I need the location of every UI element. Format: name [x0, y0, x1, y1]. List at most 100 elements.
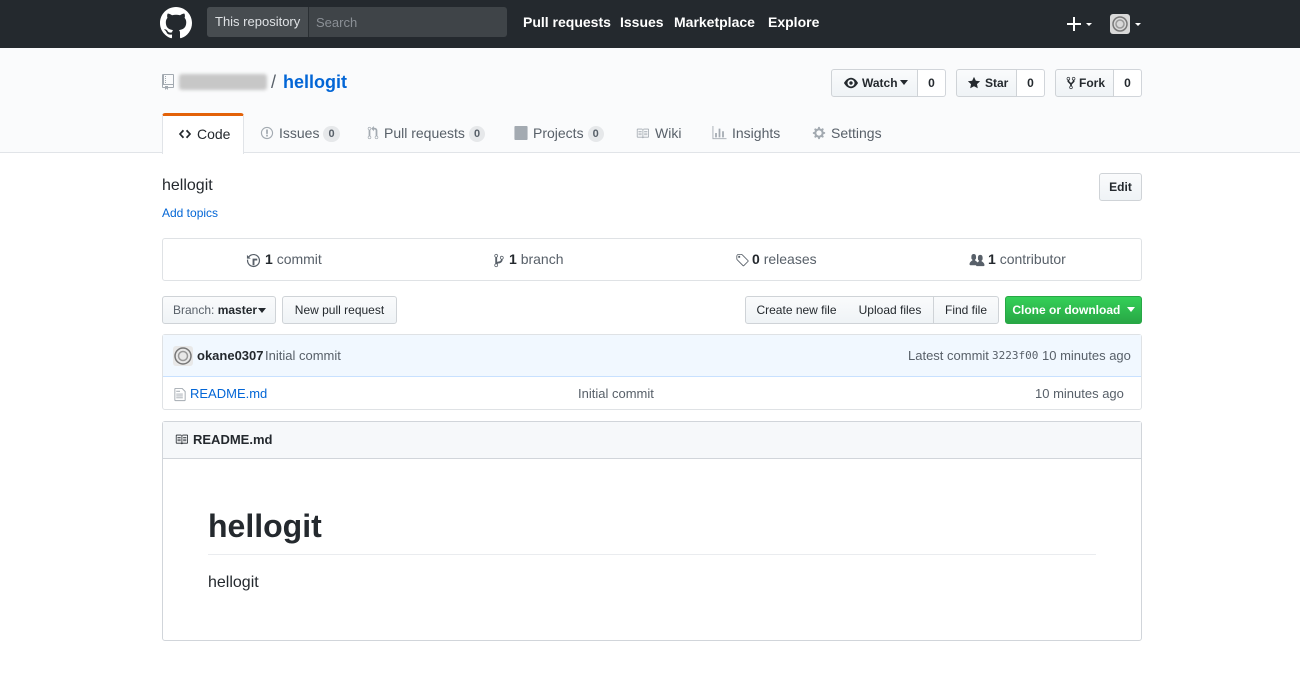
edit-description-button[interactable]: Edit — [1099, 173, 1142, 201]
github-logo-icon[interactable] — [160, 7, 192, 39]
watch-count[interactable]: 0 — [918, 69, 946, 97]
tab-insights[interactable]: Insights — [712, 113, 780, 153]
tab-pull-requests-counter: 0 — [468, 126, 486, 142]
project-icon — [514, 126, 528, 140]
plus-icon — [1067, 17, 1092, 31]
fork-label: Fork — [1079, 76, 1106, 90]
branch-name: master — [217, 303, 258, 317]
owner-name-redacted — [179, 74, 267, 90]
file-commit-message[interactable]: Initial commit — [578, 386, 654, 401]
numbers-summary: 1 commit 1 branch 0 releases 1 contribut… — [162, 238, 1142, 281]
tab-projects-label: Projects — [533, 125, 584, 141]
caret-down-icon — [900, 80, 908, 85]
releases-count: 0 — [752, 251, 760, 267]
nav-issues[interactable]: Issues — [620, 14, 664, 30]
contributors-label: contributor — [999, 251, 1066, 267]
nav-pull-requests[interactable]: Pull requests — [523, 14, 611, 30]
tab-pull-requests-label: Pull requests — [384, 125, 465, 141]
file-row: README.md Initial commit 10 minutes ago — [163, 377, 1141, 409]
commit-age: 10 minutes ago — [1042, 348, 1131, 363]
add-topics-link[interactable]: Add topics — [162, 206, 218, 220]
tab-code-label: Code — [197, 126, 231, 142]
find-file-button[interactable]: Find file — [933, 296, 999, 324]
eye-icon — [843, 76, 859, 90]
search-scope-label[interactable]: This repository — [207, 7, 309, 37]
code-icon — [178, 127, 192, 141]
releases-summary[interactable]: 0 releases — [735, 239, 817, 280]
file-list: okane0307 Initial commit Latest commit 3… — [162, 334, 1142, 410]
branches-summary[interactable]: 1 branch — [494, 239, 564, 280]
path-separator: / — [271, 72, 277, 92]
tab-settings[interactable]: Settings — [812, 113, 882, 153]
contributors-summary[interactable]: 1 contributor — [969, 239, 1066, 280]
tab-wiki[interactable]: Wiki — [635, 113, 681, 153]
commit-author[interactable]: okane0307 — [197, 348, 264, 363]
tab-wiki-label: Wiki — [655, 125, 682, 141]
search-box: This repository — [207, 7, 507, 37]
branch-select-button[interactable]: Branch: master — [162, 296, 276, 324]
fork-button[interactable]: Fork — [1055, 69, 1114, 97]
file-age: 10 minutes ago — [1035, 386, 1124, 401]
releases-label: releases — [763, 251, 817, 267]
nav-marketplace[interactable]: Marketplace — [674, 14, 755, 30]
commit-sha[interactable]: 3223f00 — [992, 349, 1038, 362]
search-input[interactable] — [310, 7, 507, 37]
branch-prefix: Branch: — [173, 303, 215, 317]
history-icon — [246, 253, 261, 268]
fork-icon — [1066, 76, 1076, 90]
tab-pull-requests[interactable]: Pull requests 0 — [367, 113, 486, 153]
latest-commit-prefix: Latest commit — [908, 348, 989, 363]
book-icon — [635, 127, 650, 140]
branch-icon — [494, 253, 504, 268]
contributors-count: 1 — [988, 251, 996, 267]
nav-explore[interactable]: Explore — [768, 14, 819, 30]
tab-issues-counter: 0 — [323, 126, 340, 142]
watch-label: Watch — [862, 76, 898, 90]
repo-icon — [162, 74, 174, 90]
readme-heading: hellogit — [208, 508, 322, 544]
branches-label: branch — [520, 251, 564, 267]
issue-icon — [260, 126, 274, 140]
book-icon — [174, 433, 189, 446]
create-new-file-button[interactable]: Create new file — [745, 296, 848, 324]
clone-or-download-button[interactable]: Clone or download — [1005, 296, 1142, 324]
caret-down-icon — [258, 308, 266, 313]
star-button[interactable]: Star — [956, 69, 1017, 97]
readme-paragraph: hellogit — [208, 574, 259, 591]
create-new-menu[interactable] — [1066, 14, 1096, 34]
tab-projects-counter: 0 — [587, 126, 604, 142]
tab-insights-label: Insights — [732, 125, 781, 141]
repo-name-link[interactable]: hellogit — [283, 72, 347, 93]
global-header: This repository Pull requests Issues Mar… — [0, 0, 1300, 48]
caret-down-icon — [1126, 307, 1135, 312]
clone-or-download-label: Clone or download — [1012, 303, 1121, 317]
star-label: Star — [985, 76, 1009, 90]
graph-icon — [712, 126, 727, 140]
branches-count: 1 — [509, 251, 517, 267]
commits-label: commit — [276, 251, 322, 267]
repo-description: hellogit — [162, 177, 213, 194]
people-icon — [969, 253, 985, 268]
tab-code[interactable]: Code — [162, 113, 244, 154]
star-count[interactable]: 0 — [1017, 69, 1045, 97]
pull-request-icon — [367, 126, 379, 140]
latest-commit-bar: okane0307 Initial commit Latest commit 3… — [163, 335, 1141, 377]
readme-filename: README.md — [193, 432, 273, 447]
avatar[interactable] — [173, 346, 193, 366]
star-icon — [967, 76, 981, 90]
tab-issues[interactable]: Issues 0 — [260, 113, 340, 153]
file-name-link[interactable]: README.md — [190, 386, 267, 401]
readme-header: README.md — [163, 422, 1141, 459]
upload-files-button[interactable]: Upload files — [847, 296, 934, 324]
commit-message[interactable]: Initial commit — [265, 348, 341, 363]
watch-button[interactable]: Watch — [831, 69, 918, 97]
tab-projects[interactable]: Projects 0 — [514, 113, 604, 153]
readme-box: README.md hellogit hellogit — [162, 421, 1142, 641]
commits-summary[interactable]: 1 commit — [246, 239, 322, 280]
fork-count[interactable]: 0 — [1114, 69, 1142, 97]
new-pull-request-button[interactable]: New pull request — [282, 296, 397, 324]
readme-divider — [208, 554, 1096, 555]
commits-count: 1 — [265, 251, 273, 267]
gear-icon — [812, 126, 826, 140]
user-menu[interactable] — [1110, 13, 1144, 35]
